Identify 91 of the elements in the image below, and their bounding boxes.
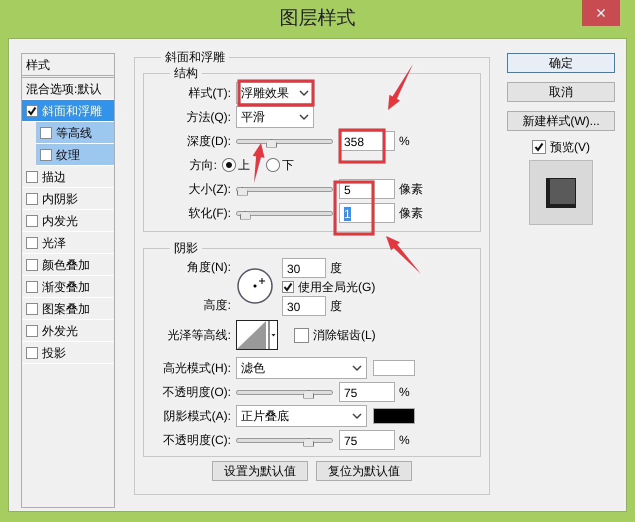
checkbox[interactable] <box>40 126 52 138</box>
list-header: 样式 <box>22 54 114 78</box>
square-icon <box>544 176 578 210</box>
field-label: 光泽等高线: <box>166 327 232 344</box>
close-button[interactable]: × <box>582 0 620 26</box>
slider-thumb[interactable] <box>266 138 278 148</box>
field-label: 高度: <box>202 297 232 314</box>
checkbox[interactable] <box>26 302 38 314</box>
chevron-icon <box>299 90 309 96</box>
checkbox[interactable] <box>26 214 38 226</box>
style-list-item[interactable]: 纹理 <box>36 144 114 166</box>
dialog-button[interactable]: 新建样式(W)... <box>507 111 615 131</box>
field-label: 不透明度(O): <box>161 384 232 401</box>
unit-label: 度 <box>330 298 342 315</box>
number-field[interactable]: 30 <box>282 296 326 316</box>
annotation-arrow <box>388 64 413 110</box>
dropdown[interactable]: 平滑 <box>236 106 314 128</box>
color-swatch[interactable] <box>373 408 415 424</box>
slider-thumb[interactable] <box>236 186 248 196</box>
checkbox[interactable] <box>532 140 546 154</box>
checkbox-label: 消除锯齿(L) <box>313 327 376 344</box>
field-label: 方法(Q): <box>185 109 232 126</box>
checkbox[interactable] <box>26 258 38 270</box>
default-button[interactable]: 设置为默认值 <box>212 461 308 481</box>
unit-label: % <box>399 133 410 150</box>
unit-label: 像素 <box>399 205 423 222</box>
chevron-icon <box>352 412 362 420</box>
slider-thumb[interactable] <box>303 438 314 446</box>
checkbox-option[interactable]: 使用全局光(G) <box>282 278 376 296</box>
style-list-item[interactable]: 外发光 <box>22 320 114 342</box>
checkbox-option[interactable]: 消除锯齿(L) <box>294 326 376 344</box>
checkbox[interactable] <box>26 192 38 204</box>
field-label: 方向: <box>188 157 218 174</box>
style-list-item[interactable]: 光泽 <box>22 232 114 254</box>
annotation-box <box>334 180 374 236</box>
radio-option[interactable]: 上 <box>222 156 250 174</box>
unit-label: % <box>399 384 410 401</box>
dropdown[interactable]: 滤色 <box>236 357 367 379</box>
annotation-arrow <box>252 143 264 183</box>
field-label: 大小(Z): <box>187 181 232 198</box>
annotation-arrow <box>386 236 421 274</box>
field-label: 高光模式(H): <box>162 360 232 377</box>
chevron-icon <box>299 114 309 120</box>
checkbox[interactable] <box>26 280 38 292</box>
group-title: 阴影 <box>173 240 199 256</box>
field-label: 角度(N): <box>186 259 232 276</box>
checkbox-label: 预览(V) <box>550 139 590 156</box>
style-list-item[interactable]: 内发光 <box>22 210 114 232</box>
style-list-item[interactable]: 内阴影 <box>22 188 114 210</box>
slider-thumb[interactable] <box>240 210 251 220</box>
dialog-button[interactable]: 取消 <box>507 82 615 102</box>
style-list-item[interactable]: 渐变叠加 <box>22 276 114 298</box>
number-field[interactable]: 75 <box>339 382 395 402</box>
radio-option[interactable]: 下 <box>266 156 294 174</box>
style-list-item[interactable]: 等高线 <box>36 122 114 144</box>
style-list-item[interactable]: 描边 <box>22 166 114 188</box>
checkbox[interactable] <box>294 328 309 342</box>
checkbox-label: 使用全局光(G) <box>298 279 376 296</box>
field-label: 阴影模式(A): <box>162 408 232 425</box>
field-label: 样式(T): <box>187 85 232 102</box>
color-swatch[interactable] <box>373 360 415 376</box>
dropdown[interactable]: 正片叠底 <box>236 405 367 427</box>
annotation-box <box>338 128 386 164</box>
field-label: 不透明度(C): <box>162 432 232 449</box>
checkbox[interactable] <box>26 170 38 182</box>
number-field[interactable]: 30 <box>282 258 326 278</box>
checkbox[interactable] <box>26 236 38 248</box>
checkbox-option[interactable]: 预览(V) <box>507 138 615 156</box>
unit-label: 像素 <box>399 181 423 198</box>
checkbox[interactable] <box>26 104 38 116</box>
group-title: 结构 <box>173 65 199 81</box>
style-list-item[interactable]: 投影 <box>22 342 114 364</box>
slider-thumb[interactable] <box>303 390 314 398</box>
default-button[interactable]: 复位为默认值 <box>316 461 412 481</box>
field-label: 软化(F): <box>187 205 232 222</box>
checkbox[interactable] <box>40 148 52 160</box>
unit-label: % <box>399 432 410 449</box>
style-list-item[interactable]: 图案叠加 <box>22 298 114 320</box>
group-title: 斜面和浮雕 <box>164 49 226 65</box>
number-field[interactable]: 75 <box>339 430 395 450</box>
checkbox[interactable] <box>26 324 38 336</box>
checkbox[interactable] <box>282 281 294 293</box>
checkbox[interactable] <box>26 346 38 358</box>
style-list-item[interactable]: 颜色叠加 <box>22 254 114 276</box>
contour-picker[interactable] <box>236 320 278 350</box>
chevron-icon <box>352 364 362 372</box>
angle-dial[interactable] <box>236 267 274 305</box>
window-title: 图层样式 <box>280 7 356 31</box>
dialog-button[interactable]: 确定 <box>507 53 615 73</box>
unit-label: 度 <box>330 260 342 277</box>
field-label: 深度(D): <box>186 133 232 150</box>
